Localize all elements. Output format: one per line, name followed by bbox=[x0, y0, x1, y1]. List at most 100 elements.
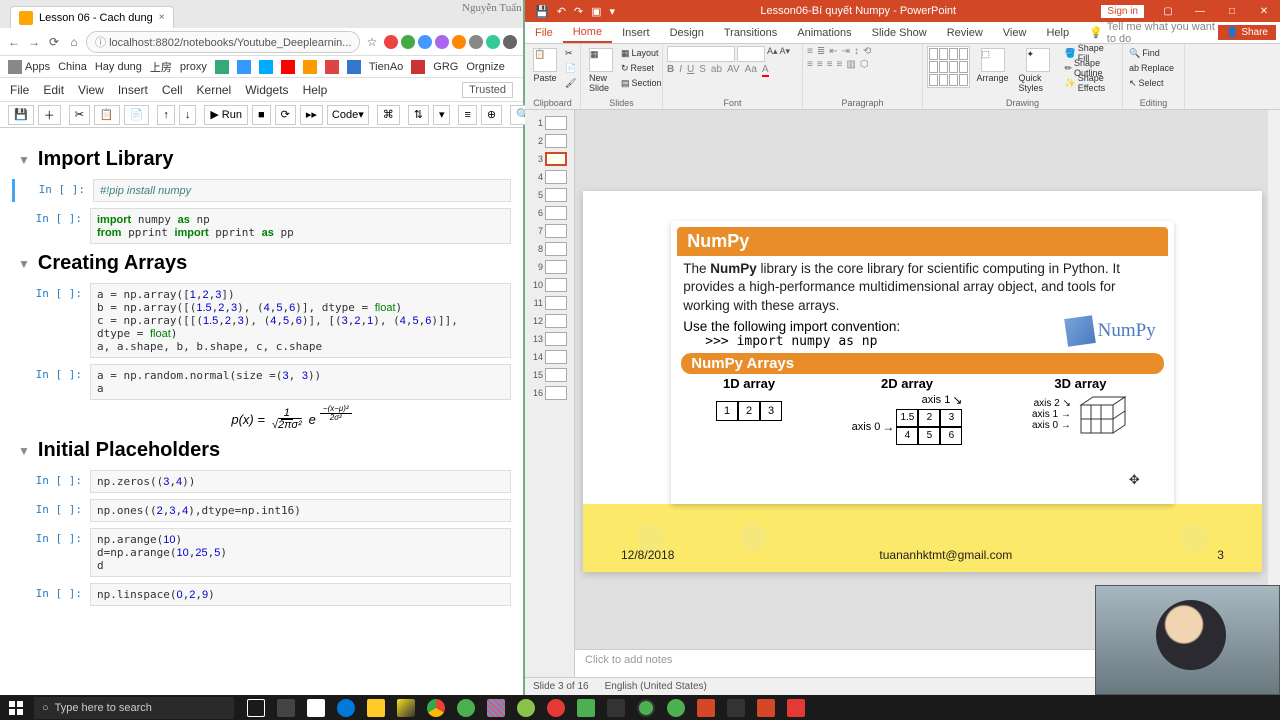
tab-transitions[interactable]: Transitions bbox=[714, 22, 787, 43]
menu-cell[interactable]: Cell bbox=[162, 83, 183, 97]
bookmark-item[interactable]: 上房 bbox=[150, 59, 172, 75]
code-input[interactable]: np.zeros((3,4)) bbox=[90, 470, 511, 493]
slide-thumbnail[interactable]: 14 bbox=[525, 348, 574, 366]
taskbar-app[interactable] bbox=[272, 695, 300, 720]
taskbar-search[interactable]: ○ Type here to search bbox=[34, 697, 234, 719]
tab-slideshow[interactable]: Slide Show bbox=[862, 22, 937, 43]
collapse-icon[interactable]: ▼ bbox=[18, 444, 30, 458]
code-cell[interactable]: In [ ]: np.arange(10) d=np.arange(10,25,… bbox=[12, 528, 511, 577]
content-box[interactable]: NumPy The NumPy library is the core libr… bbox=[671, 221, 1173, 504]
slideshow-icon[interactable]: ▣ bbox=[591, 5, 601, 18]
ext-icon[interactable] bbox=[452, 35, 466, 49]
quick-styles-button[interactable]: ✦Quick Styles bbox=[1015, 46, 1061, 95]
taskbar-explorer[interactable] bbox=[362, 695, 390, 720]
replace-button[interactable]: ab Replace bbox=[1127, 61, 1176, 75]
font-family-select[interactable] bbox=[667, 46, 735, 62]
taskbar-app[interactable] bbox=[302, 695, 330, 720]
arrange-button[interactable]: ⬚Arrange bbox=[972, 46, 1012, 85]
ext-icon[interactable] bbox=[401, 35, 415, 49]
bookmark-item[interactable] bbox=[281, 60, 295, 74]
reset-button[interactable]: ↻ Reset bbox=[619, 61, 664, 75]
ext-icon[interactable] bbox=[435, 35, 449, 49]
char-spacing-button[interactable]: AV bbox=[727, 64, 740, 77]
bullets-button[interactable]: ≡ bbox=[807, 46, 813, 57]
bookmark-item[interactable] bbox=[325, 60, 339, 74]
star-icon[interactable]: ☆ bbox=[364, 34, 380, 50]
taskbar-app[interactable] bbox=[632, 695, 660, 720]
run-button[interactable]: ▶ Run bbox=[204, 105, 248, 125]
close-icon[interactable]: × bbox=[159, 12, 165, 23]
url-input[interactable]: ⓘ localhost:8802/notebooks/Youtube_Deepl… bbox=[86, 31, 360, 53]
paste-button[interactable]: 📄 bbox=[124, 105, 150, 125]
forward-icon[interactable]: → bbox=[26, 34, 42, 50]
bookmark-item[interactable] bbox=[215, 60, 229, 74]
tab-file[interactable]: File bbox=[525, 22, 563, 43]
tab-view[interactable]: View bbox=[993, 22, 1037, 43]
copy-button[interactable]: 📋 bbox=[94, 105, 120, 125]
collapse-icon[interactable]: ▼ bbox=[18, 153, 30, 167]
taskbar-app[interactable] bbox=[392, 695, 420, 720]
numbering-button[interactable]: ≣ bbox=[817, 46, 825, 57]
shape-effects-button[interactable]: ✨ Shape Effects bbox=[1063, 76, 1119, 90]
bookmark-item[interactable] bbox=[303, 60, 317, 74]
thumbnail-panel[interactable]: 12345678910111213141516 bbox=[525, 110, 575, 677]
add-cell-button[interactable]: ＋ bbox=[38, 105, 61, 125]
share-button[interactable]: 👤 Share bbox=[1218, 25, 1276, 40]
bookmark-item[interactable] bbox=[237, 60, 251, 74]
slide-thumbnail[interactable]: 7 bbox=[525, 222, 574, 240]
menu-view[interactable]: View bbox=[78, 83, 104, 97]
taskbar-app[interactable] bbox=[512, 695, 540, 720]
smartart-button[interactable]: ⬡ bbox=[860, 59, 869, 70]
taskbar-powerpoint[interactable] bbox=[692, 695, 720, 720]
tb-icon[interactable]: ▾ bbox=[433, 105, 451, 125]
tab-home[interactable]: Home bbox=[563, 22, 612, 43]
change-case-button[interactable]: Aa bbox=[745, 64, 757, 77]
stop-button[interactable]: ■ bbox=[252, 105, 271, 125]
slide[interactable]: NumPy The NumPy library is the core libr… bbox=[583, 191, 1262, 573]
slide-thumbnail[interactable]: 8 bbox=[525, 240, 574, 258]
shapes-gallery[interactable] bbox=[927, 46, 970, 88]
format-painter-button[interactable]: 🖌 bbox=[563, 76, 578, 90]
code-cell[interactable]: In [ ]: a = np.random.normal(size =(3, 3… bbox=[12, 364, 511, 400]
code-cell[interactable]: In [ ]: a = np.array([1,2,3]) b = np.arr… bbox=[12, 283, 511, 358]
cut-button[interactable]: ✂ bbox=[563, 46, 578, 60]
tab-insert[interactable]: Insert bbox=[612, 22, 660, 43]
ext-icon[interactable] bbox=[486, 35, 500, 49]
back-icon[interactable]: ← bbox=[6, 34, 22, 50]
select-button[interactable]: ↖ Select bbox=[1127, 76, 1166, 90]
restart-button[interactable]: ⟳ bbox=[275, 105, 296, 125]
bookmark-item[interactable]: TienAo bbox=[369, 61, 403, 73]
text-direction-button[interactable]: ⟲ bbox=[863, 46, 871, 57]
code-cell[interactable]: In [ ]: import numpy as np from pprint i… bbox=[12, 208, 511, 244]
heading-cell[interactable]: ▼ Import Library bbox=[18, 148, 505, 171]
taskbar-app[interactable] bbox=[662, 695, 690, 720]
maximize-icon[interactable]: □ bbox=[1216, 0, 1248, 22]
taskbar-edge[interactable] bbox=[332, 695, 360, 720]
find-button[interactable]: 🔍 Find bbox=[1127, 46, 1162, 60]
menu-widgets[interactable]: Widgets bbox=[245, 83, 288, 97]
close-icon[interactable]: ✕ bbox=[1248, 0, 1280, 22]
code-input[interactable]: a = np.array([1,2,3]) b = np.array([(1.5… bbox=[90, 283, 511, 358]
taskbar-app[interactable] bbox=[572, 695, 600, 720]
align-center-button[interactable]: ≡ bbox=[817, 59, 823, 70]
heading-cell[interactable]: ▼ Creating Arrays bbox=[18, 252, 505, 275]
slide-thumbnail[interactable]: 13 bbox=[525, 330, 574, 348]
paste-button[interactable]: 📋Paste bbox=[529, 46, 561, 85]
slide-thumbnail[interactable]: 5 bbox=[525, 186, 574, 204]
minimize-icon[interactable]: — bbox=[1184, 0, 1216, 22]
tab-review[interactable]: Review bbox=[937, 22, 993, 43]
collapse-icon[interactable]: ▼ bbox=[18, 257, 30, 271]
taskbar-app[interactable] bbox=[782, 695, 810, 720]
notebook-body[interactable]: ▼ Import Library In [ ]: #!pip install n… bbox=[0, 128, 523, 695]
ribbon-options-icon[interactable]: ▢ bbox=[1152, 0, 1184, 22]
ext-icon[interactable] bbox=[503, 35, 517, 49]
code-cell[interactable]: In [ ]: np.ones((2,3,4),dtype=np.int16) bbox=[12, 499, 511, 522]
code-cell[interactable]: In [ ]: np.zeros((3,4)) bbox=[12, 470, 511, 493]
section-button[interactable]: ▤ Section bbox=[619, 76, 664, 90]
slide-thumbnail[interactable]: 16 bbox=[525, 384, 574, 402]
bookmark-item[interactable]: Apps bbox=[8, 60, 50, 74]
slide-thumbnail[interactable]: 4 bbox=[525, 168, 574, 186]
ext-icon[interactable] bbox=[469, 35, 483, 49]
reload-icon[interactable]: ⟳ bbox=[46, 34, 62, 50]
code-input[interactable]: a = np.random.normal(size =(3, 3)) a bbox=[90, 364, 511, 400]
